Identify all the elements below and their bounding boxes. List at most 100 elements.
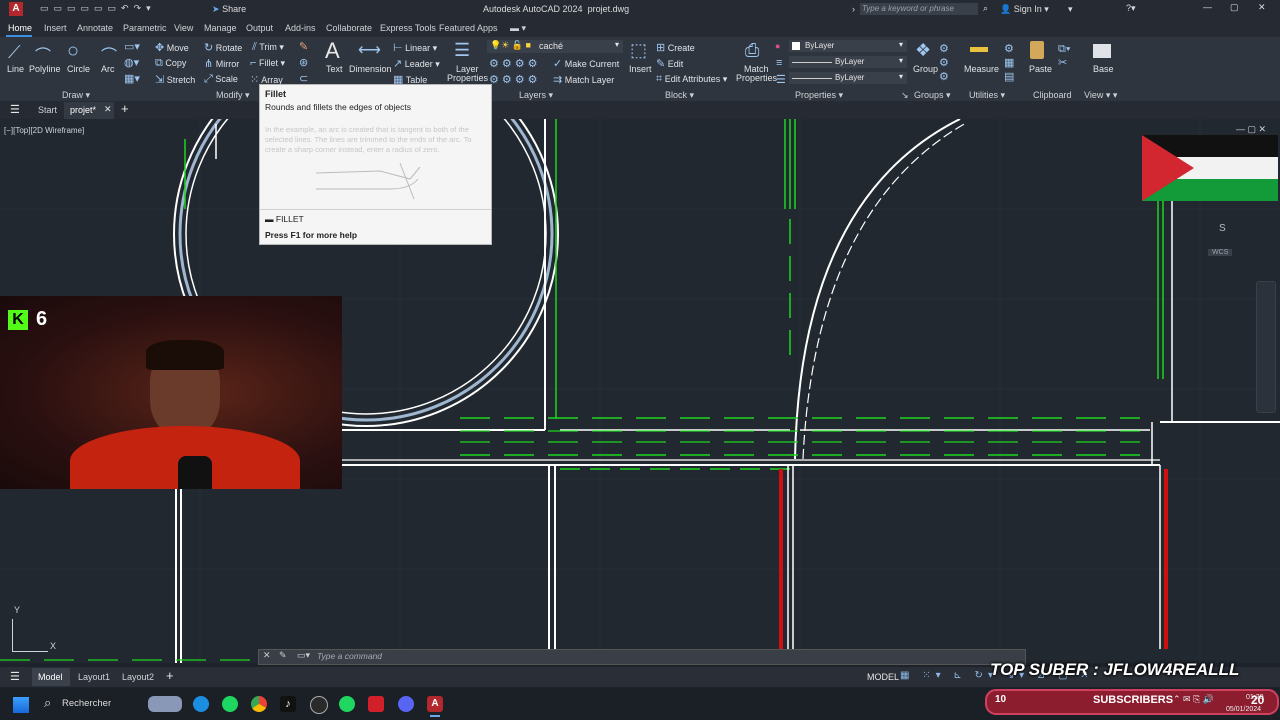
viewport-controls[interactable]: [−][Top][2D Wireframe] bbox=[4, 126, 84, 135]
arc-button[interactable]: Arc bbox=[101, 64, 115, 74]
edge-icon[interactable] bbox=[193, 696, 209, 712]
tab-manage[interactable]: Manage bbox=[204, 23, 237, 33]
edit-block-button[interactable]: ✎ Edit bbox=[656, 57, 683, 70]
sign-in-button[interactable]: 👤 Sign In ▾ bbox=[1000, 4, 1049, 15]
layouts-menu-icon[interactable]: ☰ bbox=[10, 670, 20, 683]
mirror-button[interactable]: ⋔ Mirror bbox=[204, 57, 239, 70]
group-tools-icons[interactable]: ⚙ ⚙ ⚙ bbox=[939, 42, 949, 84]
tray-icons[interactable]: ⌃ ✉ ⎘ 🔊 bbox=[1173, 694, 1214, 705]
color-dropdown[interactable]: ByLayer ▾ bbox=[789, 40, 907, 52]
layers-panel-label[interactable]: Layers ▾ bbox=[519, 90, 553, 101]
autocad-taskbar-icon[interactable]: A bbox=[427, 696, 443, 712]
spotify-icon[interactable] bbox=[222, 696, 238, 712]
customize-icon[interactable]: ✎ bbox=[279, 650, 287, 661]
properties-panel-label[interactable]: Properties ▾ bbox=[795, 90, 843, 101]
dimension-button[interactable]: Dimension bbox=[349, 64, 392, 74]
erase-icon[interactable]: ✎ bbox=[299, 40, 308, 53]
red-app-icon[interactable] bbox=[368, 696, 384, 712]
move-button[interactable]: ✥ Move bbox=[155, 41, 189, 54]
command-line[interactable]: ✕ ✎ ▭▾ Type a command bbox=[258, 649, 1026, 665]
command-input[interactable]: Type a command bbox=[317, 651, 382, 661]
lineweight-dropdown[interactable]: ByLayer ▾ bbox=[789, 72, 907, 84]
trim-button[interactable]: ⫽ Trim ▾ bbox=[252, 41, 284, 54]
tab-output[interactable]: Output bbox=[246, 23, 273, 33]
obs-icon[interactable] bbox=[310, 696, 328, 714]
close-window-button[interactable]: ✕ bbox=[1258, 2, 1266, 13]
group-button[interactable]: Group bbox=[913, 64, 938, 74]
tab-home[interactable]: Home bbox=[8, 23, 32, 33]
tab-annotate[interactable]: Annotate bbox=[77, 23, 113, 33]
navigation-bar[interactable] bbox=[1256, 281, 1276, 413]
layout-tab-layout1[interactable]: Layout1 bbox=[78, 672, 110, 682]
gradient-icon[interactable]: ▦▾ bbox=[124, 72, 140, 85]
linetype-dropdown[interactable]: ByLayer ▾ bbox=[789, 56, 907, 68]
tab-featured-apps[interactable]: Featured Apps bbox=[439, 23, 498, 33]
block-panel-label[interactable]: Block ▾ bbox=[665, 90, 694, 101]
tab-parametric[interactable]: Parametric bbox=[123, 23, 167, 33]
chevron-right-icon[interactable]: › bbox=[852, 4, 855, 14]
rectangle-icon[interactable]: ▭▾ bbox=[124, 40, 140, 53]
new-layout-icon[interactable]: + bbox=[166, 668, 174, 683]
line-button[interactable]: Line bbox=[7, 64, 24, 74]
layer-properties-button-line2[interactable]: Properties bbox=[447, 73, 488, 83]
ribbon-options-icon[interactable]: ▬ ▾ bbox=[510, 23, 526, 34]
match-layer-button[interactable]: ⇉ Match Layer bbox=[553, 73, 614, 86]
clipboard-tools-icons[interactable]: ⧉▾ ✂ bbox=[1058, 42, 1070, 70]
rotate-button[interactable]: ↻ Rotate bbox=[204, 41, 242, 54]
discord-icon[interactable] bbox=[398, 696, 414, 712]
view-panel-label[interactable]: View ▾ ▾ bbox=[1084, 90, 1117, 101]
tab-add-ins[interactable]: Add-ins bbox=[285, 23, 316, 33]
utilities-tools-icons[interactable]: ⚙ ▦ ▤ bbox=[1004, 42, 1014, 84]
paste-button[interactable]: Paste bbox=[1029, 64, 1052, 74]
vertical-road-right[interactable] bbox=[1151, 139, 1173, 649]
clipboard-panel-label[interactable]: Clipboard bbox=[1033, 90, 1072, 100]
search-icon[interactable]: ⌕ bbox=[983, 3, 988, 14]
layer-tools-icons[interactable]: ⚙⚙⚙⚙ bbox=[489, 57, 540, 70]
hatch-icon[interactable]: ◍▾ bbox=[124, 56, 139, 69]
layout-tab-layout2[interactable]: Layout2 bbox=[122, 672, 154, 682]
layer-tools-icons-2[interactable]: ⚙⚙⚙⚙ bbox=[489, 73, 540, 86]
tab-collaborate[interactable]: Collaborate bbox=[326, 23, 372, 33]
search-input[interactable]: Type a keyword or phrase bbox=[860, 3, 978, 15]
windows-start-icon[interactable] bbox=[13, 697, 29, 713]
restore-button[interactable]: ▢ bbox=[1230, 2, 1239, 13]
viewcube-wcs[interactable]: WCS bbox=[1208, 249, 1233, 256]
copy-button[interactable]: ⧉ Copy bbox=[155, 57, 186, 70]
match-properties-line2[interactable]: Properties bbox=[736, 73, 777, 83]
tab-insert[interactable]: Insert bbox=[44, 23, 67, 33]
base-button[interactable]: Base bbox=[1093, 64, 1114, 74]
curved-road-arc[interactable] bbox=[794, 119, 967, 460]
text-button[interactable]: Text bbox=[326, 64, 343, 74]
model-space-toggle[interactable]: MODEL bbox=[867, 672, 899, 682]
share-button[interactable]: ➤ Share bbox=[212, 4, 246, 15]
linear-button[interactable]: ⊢ Linear ▾ bbox=[393, 41, 437, 54]
close-tab-icon[interactable]: ✕ bbox=[104, 104, 112, 115]
make-current-button[interactable]: ✓ Make Current bbox=[553, 57, 619, 70]
measure-button[interactable]: Measure bbox=[964, 64, 999, 74]
polyline-button[interactable]: Polyline bbox=[29, 64, 61, 74]
groups-panel-label[interactable]: Groups ▾ bbox=[914, 90, 951, 101]
tab-express-tools[interactable]: Express Tools bbox=[380, 23, 436, 33]
fillet-button[interactable]: ⌐ Fillet ▾ bbox=[250, 57, 285, 69]
tab-view[interactable]: View bbox=[174, 23, 193, 33]
spotify-icon-2[interactable] bbox=[339, 696, 355, 712]
horizontal-road[interactable] bbox=[342, 417, 1280, 470]
leader-button[interactable]: ↗ Leader ▾ bbox=[393, 57, 440, 70]
scale-button[interactable]: ⤢ Scale bbox=[204, 73, 238, 86]
viewcube-south[interactable]: S bbox=[1219, 223, 1226, 234]
chrome-icon[interactable] bbox=[251, 696, 267, 712]
taskbar-search[interactable]: Rechercher bbox=[62, 698, 111, 709]
cart-icon[interactable]: ▾ bbox=[1068, 4, 1073, 15]
stretch-button[interactable]: ⇲ Stretch bbox=[155, 73, 195, 86]
draw-panel-label[interactable]: Draw ▾ bbox=[62, 90, 90, 101]
create-block-button[interactable]: ⊞ Create bbox=[656, 41, 695, 54]
menu-icon[interactable]: ☰ bbox=[10, 103, 20, 116]
minimize-button[interactable]: — bbox=[1203, 2, 1212, 12]
explode-icon[interactable]: ⊛ bbox=[299, 56, 308, 69]
autocad-logo[interactable]: A bbox=[9, 2, 23, 16]
edit-attributes-button[interactable]: ⌗ Edit Attributes ▾ bbox=[656, 73, 727, 86]
utilities-panel-label[interactable]: Utilities ▾ bbox=[969, 90, 1005, 101]
layer-dropdown[interactable]: 💡☀ 🔓 ■ caché ▾ bbox=[487, 40, 623, 53]
file-tab-start[interactable]: Start bbox=[38, 105, 57, 115]
quick-access-icons[interactable]: ▭▭▭▭▭▭↶↷▾ bbox=[40, 3, 156, 14]
